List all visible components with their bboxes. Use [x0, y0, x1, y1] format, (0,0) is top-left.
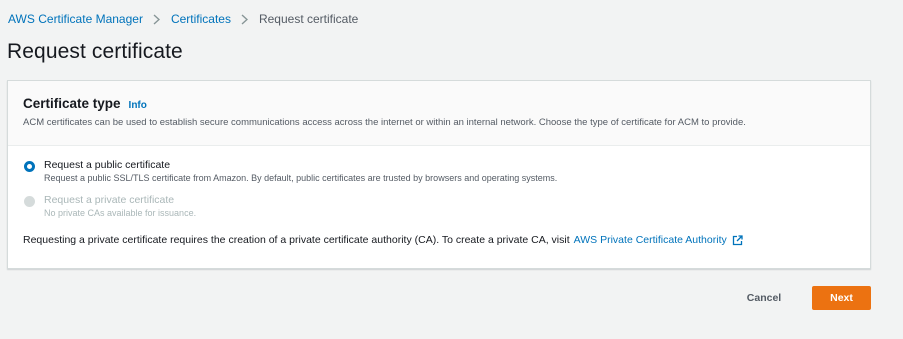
private-certificate-description: No private CAs available for issuance.	[44, 208, 197, 218]
breadcrumb-certificates-link[interactable]: Certificates	[171, 12, 231, 26]
private-ca-note: Requesting a private certificate require…	[23, 234, 855, 246]
panel-header: Certificate type Info ACM certificates c…	[8, 81, 870, 146]
private-ca-note-text: Requesting a private certificate require…	[23, 234, 570, 246]
private-certificate-label: Request a private certificate	[44, 194, 175, 206]
public-certificate-label: Request a public certificate	[44, 159, 171, 171]
page: AWS Certificate Manager Certificates Req…	[0, 0, 903, 339]
chevron-right-icon	[236, 13, 254, 25]
panel-description: ACM certificates can be used to establis…	[23, 117, 746, 128]
private-ca-link[interactable]: AWS Private Certificate Authority	[574, 234, 727, 246]
panel-title: Certificate type	[23, 96, 121, 111]
private-certificate-option: Request a private certificate No private…	[23, 194, 855, 219]
chevron-right-icon	[148, 13, 166, 25]
next-button[interactable]: Next	[812, 286, 871, 310]
certificate-type-panel: Certificate type Info ACM certificates c…	[7, 80, 871, 269]
public-certificate-description: Request a public SSL/TLS certificate fro…	[44, 173, 558, 183]
public-certificate-radio[interactable]	[24, 161, 35, 172]
public-certificate-option[interactable]: Request a public certificate Request a p…	[23, 159, 855, 184]
private-certificate-text: Request a private certificate No private…	[44, 194, 196, 219]
panel-body: Request a public certificate Request a p…	[8, 146, 870, 246]
external-link-icon[interactable]	[732, 234, 743, 246]
private-certificate-radio	[24, 196, 35, 207]
breadcrumb-acm-link[interactable]: AWS Certificate Manager	[8, 12, 143, 26]
breadcrumb-current: Request certificate	[258, 12, 359, 26]
public-certificate-text: Request a public certificate Request a p…	[44, 159, 557, 184]
cancel-button[interactable]: Cancel	[733, 286, 795, 310]
info-link[interactable]: Info	[129, 100, 147, 111]
panel-title-row: Certificate type Info	[23, 96, 855, 111]
breadcrumb: AWS Certificate Manager Certificates Req…	[8, 12, 358, 26]
page-title: Request certificate	[7, 40, 183, 63]
